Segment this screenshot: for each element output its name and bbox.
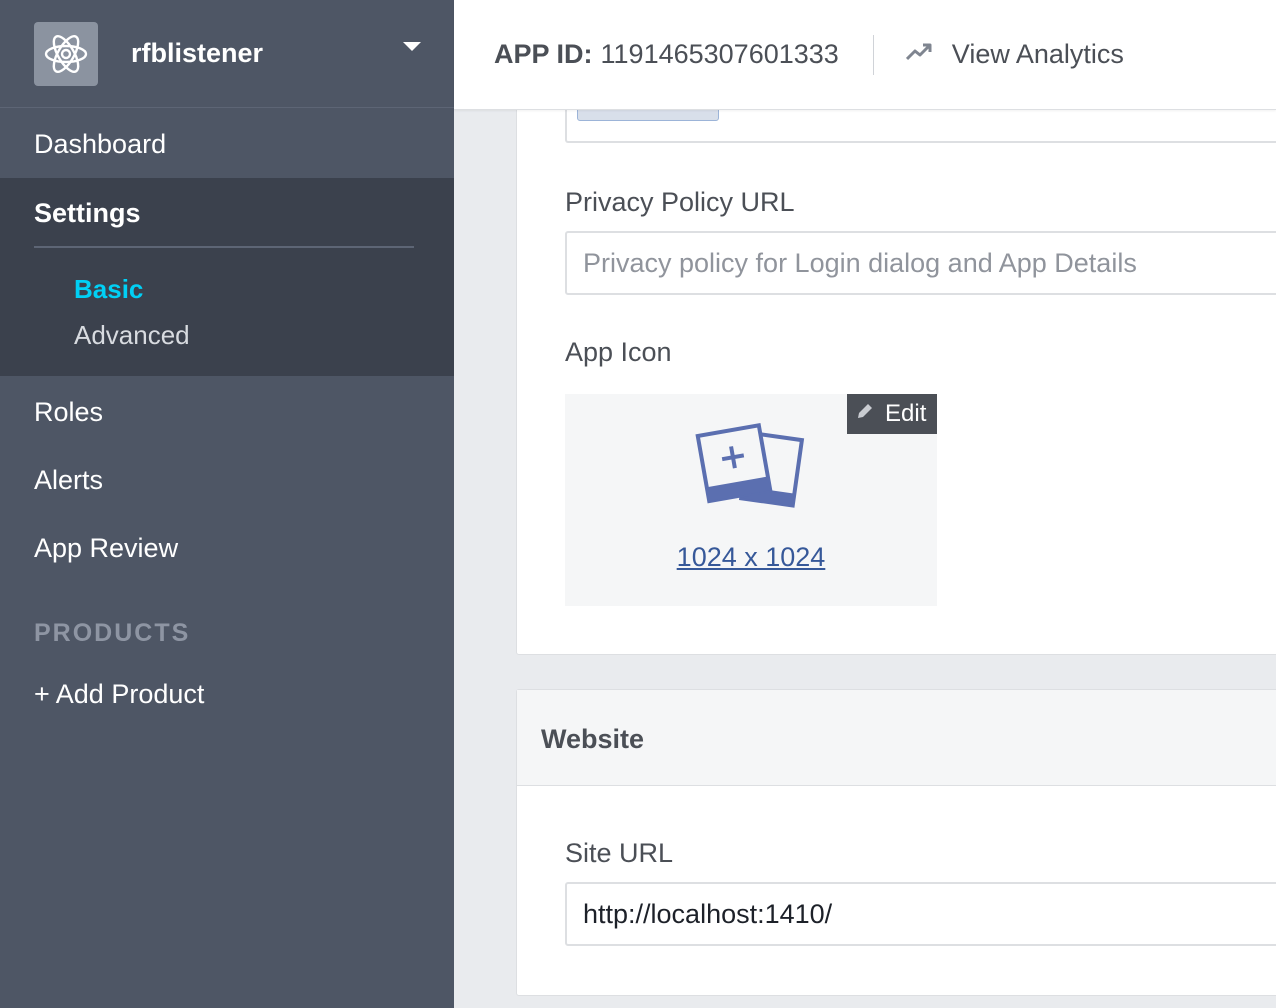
- basic-settings-card: localhost ✕ Privacy Policy URL App Icon …: [516, 60, 1276, 655]
- sidebar-subitem-advanced[interactable]: Advanced: [0, 320, 454, 360]
- privacy-policy-label: Privacy Policy URL: [565, 187, 795, 217]
- app-switcher[interactable]: rfblistener: [0, 0, 454, 108]
- sidebar-item-settings[interactable]: Settings: [0, 178, 454, 246]
- icon-size-link[interactable]: 1024 x 1024: [565, 542, 937, 573]
- sidebar-item-dashboard[interactable]: Dashboard: [0, 108, 454, 178]
- app-id-label: APP ID:: [494, 39, 593, 69]
- site-url-label: Site URL: [565, 838, 674, 868]
- edit-button[interactable]: Edit: [847, 394, 937, 434]
- sidebar-subitem-basic[interactable]: Basic: [0, 274, 454, 320]
- website-card: Website Site URL: [516, 689, 1276, 996]
- add-product-link[interactable]: + Add Product: [0, 676, 454, 736]
- edit-label: Edit: [885, 400, 927, 427]
- trending-up-icon: [905, 42, 934, 67]
- app-icon-label: App Icon: [565, 337, 672, 367]
- app-icon-uploader[interactable]: Edit 1024 x 1024: [565, 394, 937, 606]
- website-card-title: Website: [517, 690, 1276, 786]
- chevron-down-icon[interactable]: [403, 42, 421, 51]
- products-heading: PRODUCTS: [34, 619, 191, 647]
- atom-icon: [34, 21, 98, 86]
- sidebar-item-roles[interactable]: Roles: [0, 394, 454, 462]
- sidebar: rfblistener Dashboard Settings Basic Adv…: [0, 0, 454, 1008]
- site-url-input[interactable]: [565, 882, 1276, 946]
- view-analytics-label: View Analytics: [951, 39, 1124, 69]
- divider: [872, 34, 874, 75]
- main-content: localhost ✕ Privacy Policy URL App Icon …: [454, 0, 1276, 1008]
- sidebar-item-app-review[interactable]: App Review: [0, 530, 454, 598]
- settings-group: Settings Basic Advanced: [0, 178, 454, 376]
- sidebar-item-alerts[interactable]: Alerts: [0, 462, 454, 530]
- view-analytics-link[interactable]: View Analytics: [905, 39, 1124, 70]
- privacy-policy-input[interactable]: [565, 231, 1276, 295]
- app-name: rfblistener: [131, 38, 264, 68]
- pencil-icon: [855, 400, 875, 428]
- add-image-icon: [695, 418, 807, 523]
- top-bar: APP ID: 1191465307601333 View Analytics: [454, 0, 1276, 110]
- divider: [34, 246, 414, 248]
- app-id-value: 1191465307601333: [600, 39, 839, 69]
